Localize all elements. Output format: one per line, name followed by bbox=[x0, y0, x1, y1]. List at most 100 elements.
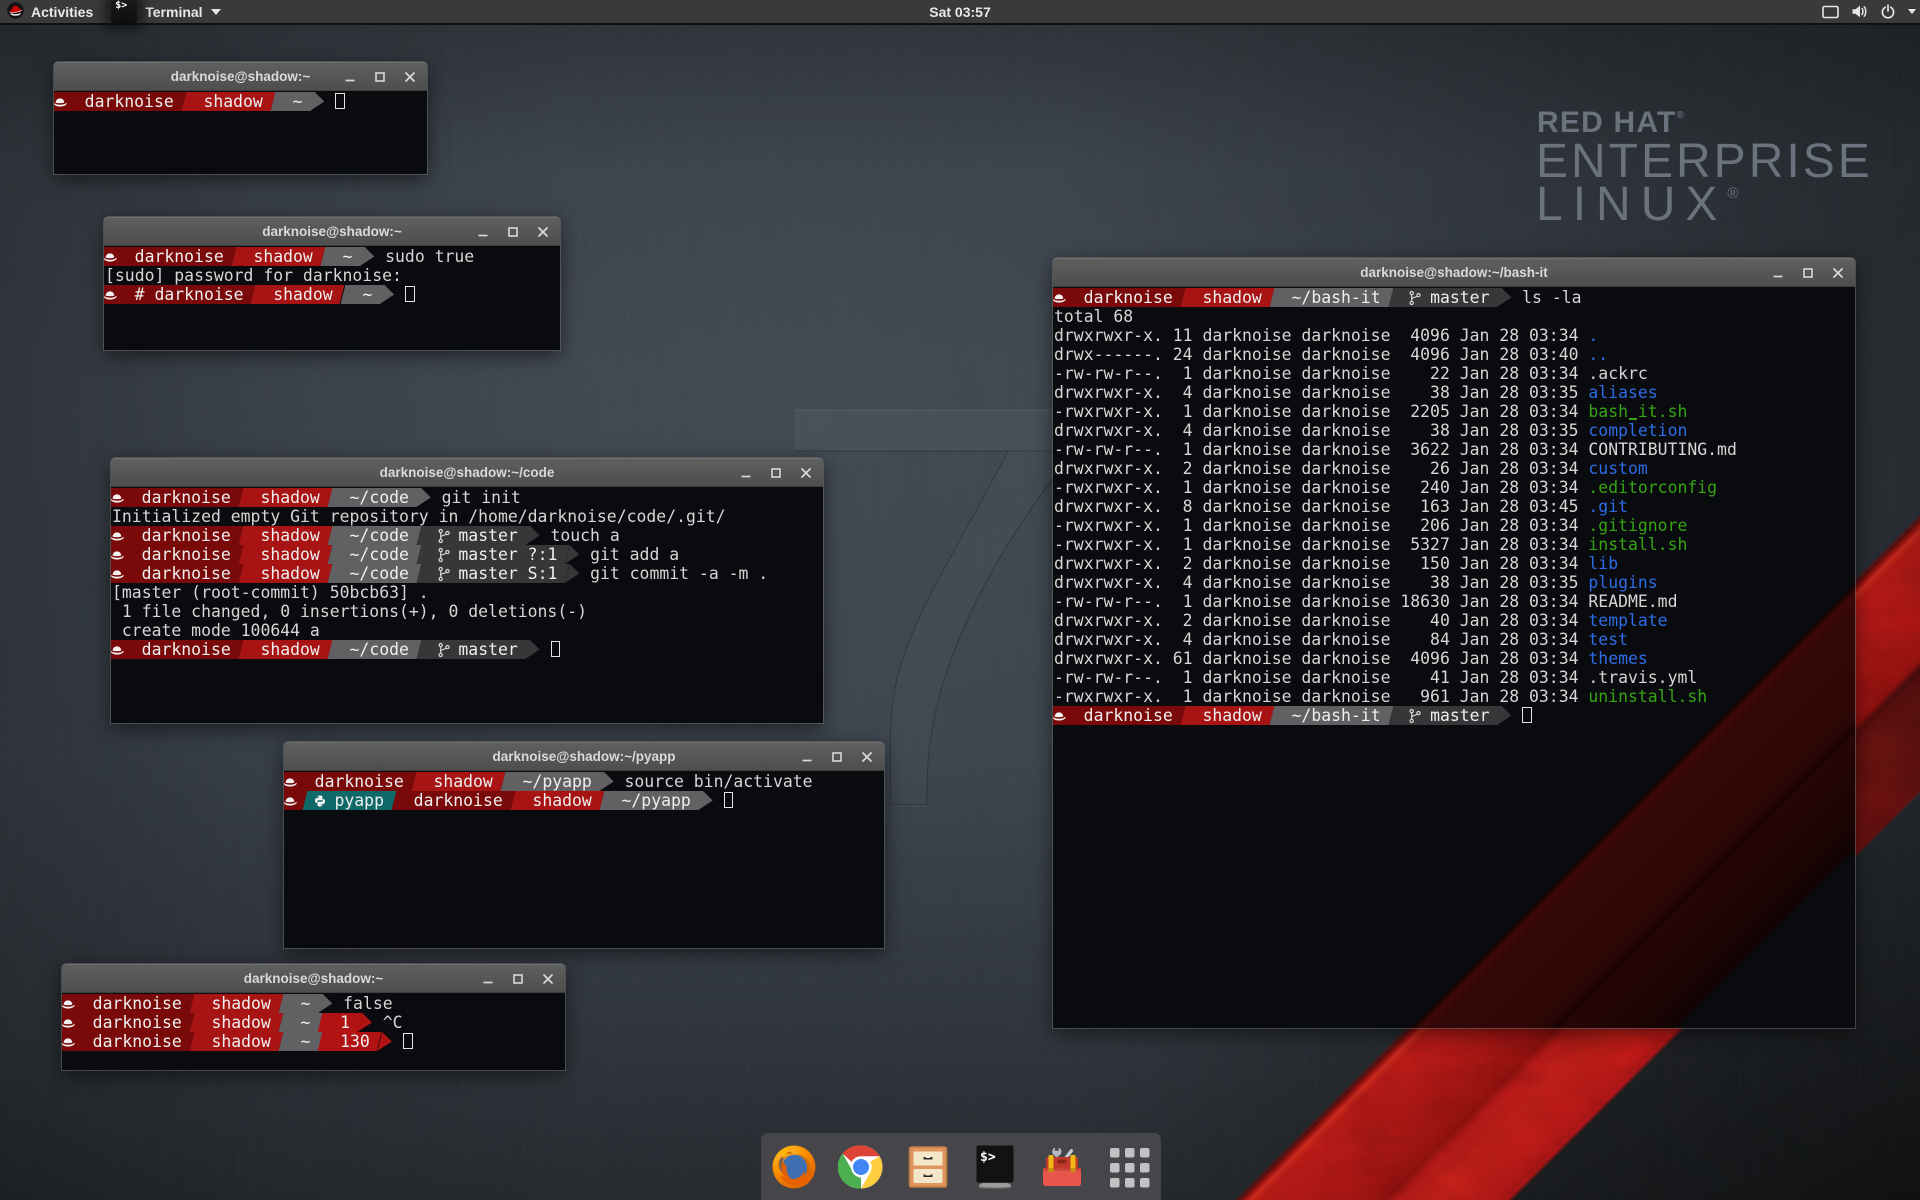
dock-icon-chrome[interactable] bbox=[838, 1144, 884, 1190]
terminal-text-line: -rwxrwxr-x. 1 darknoise darknoise 5327 J… bbox=[1054, 535, 1855, 554]
terminal-cursor bbox=[724, 792, 734, 808]
terminal-text-line: drwxrwxr-x. 11 darknoise darknoise 4096 … bbox=[1054, 326, 1855, 345]
maximize-button[interactable] bbox=[828, 748, 846, 766]
close-button[interactable] bbox=[797, 464, 815, 482]
prompt-segment-user: darknoise bbox=[63, 1013, 192, 1032]
titlebar[interactable]: darknoise@shadow:~/bash-it bbox=[1053, 258, 1855, 287]
titlebar[interactable]: darknoise@shadow:~ bbox=[104, 217, 560, 246]
terminal-cursor bbox=[403, 1033, 413, 1049]
terminal-prompt-line: darknoise shadow ~ 130 bbox=[63, 1032, 565, 1051]
dock-icon-firefox[interactable] bbox=[771, 1144, 817, 1190]
minimize-button[interactable] bbox=[737, 464, 755, 482]
terminal-window-darknoise@shadow:~: darknoise@shadow:~ darknoise shadow ~ su… bbox=[104, 217, 560, 350]
redhat-icon bbox=[1054, 288, 1064, 307]
terminal-text: CONTRIBUTING.md bbox=[1588, 440, 1736, 459]
minimize-button[interactable] bbox=[341, 68, 359, 86]
terminal-window-darknoise@shadow:~/pyapp: darknoise@shadow:~/pyapp darknoise shado… bbox=[284, 742, 884, 948]
clock[interactable]: Sat 03:57 bbox=[0, 0, 1920, 23]
prompt-segment-code: 1 bbox=[320, 1013, 360, 1032]
prompt-segment-host: shadow bbox=[414, 772, 503, 791]
minimize-button[interactable] bbox=[1769, 264, 1787, 282]
terminal-text: .gitignore bbox=[1588, 516, 1687, 535]
terminal-cursor bbox=[1522, 707, 1532, 723]
terminal-content[interactable]: darknoise shadow ~/code git initInitiali… bbox=[111, 487, 823, 723]
terminal-prompt-line: darknoise shadow ~/code master ?:1 git a… bbox=[112, 545, 823, 564]
terminal-text: Initialized empty Git repository in /hom… bbox=[112, 507, 726, 526]
command-text: git init bbox=[442, 488, 521, 507]
redhat-icon bbox=[112, 488, 122, 507]
dock-icon-toolbox[interactable] bbox=[1039, 1144, 1085, 1190]
redhat-icon bbox=[112, 564, 122, 583]
terminal-content[interactable]: darknoise shadow ~/pyapp source bin/acti… bbox=[284, 771, 884, 948]
close-button[interactable] bbox=[1829, 264, 1847, 282]
terminal-text: drwxrwxr-x. 4 darknoise darknoise 38 Jan… bbox=[1054, 421, 1588, 440]
prompt-segment-host: shadow bbox=[513, 791, 602, 810]
terminal-text-line: [sudo] password for darknoise: bbox=[105, 266, 560, 285]
redhat-icon bbox=[112, 640, 122, 659]
terminal-text-line: -rwxrwxr-x. 1 darknoise darknoise 2205 J… bbox=[1054, 402, 1855, 421]
dock-icon-app-grid[interactable] bbox=[1106, 1144, 1152, 1190]
maximize-button[interactable] bbox=[371, 68, 389, 86]
prompt-segment-user: darknoise bbox=[285, 772, 414, 791]
redhat-icon bbox=[55, 92, 65, 111]
prompt-segment-host: shadow bbox=[1183, 706, 1272, 725]
maximize-button[interactable] bbox=[767, 464, 785, 482]
prompt-segment-user: darknoise bbox=[55, 92, 184, 111]
window-title: darknoise@shadow:~/bash-it bbox=[1360, 265, 1548, 280]
terminal-text: template bbox=[1588, 611, 1667, 630]
terminal-text-line: -rw-rw-r--. 1 darknoise darknoise 3622 J… bbox=[1054, 440, 1855, 459]
titlebar[interactable]: darknoise@shadow:~/code bbox=[111, 458, 823, 487]
power-icon[interactable] bbox=[1880, 4, 1896, 20]
terminal-content[interactable]: darknoise shadow ~ false darknoise shado… bbox=[62, 993, 565, 1070]
branch-icon bbox=[439, 545, 449, 564]
terminal-text-line: -rw-rw-r--. 1 darknoise darknoise 41 Jan… bbox=[1054, 668, 1855, 687]
prompt-segment-repo: master bbox=[419, 526, 528, 545]
close-button[interactable] bbox=[858, 748, 876, 766]
maximize-button[interactable] bbox=[1799, 264, 1817, 282]
dock-icon-terminal[interactable]: $> bbox=[972, 1144, 1018, 1190]
terminal-text: install.sh bbox=[1588, 535, 1687, 554]
terminal-prompt-line: darknoise shadow ~/bash-it master ls -la bbox=[1054, 288, 1855, 307]
terminal-text: plugins bbox=[1588, 573, 1657, 592]
system-menu-chevron-icon[interactable] bbox=[1908, 9, 1916, 14]
close-button[interactable] bbox=[539, 970, 557, 988]
titlebar[interactable]: darknoise@shadow:~ bbox=[54, 62, 427, 91]
prompt-segment-venv: pyapp bbox=[305, 791, 394, 810]
prompt-segment-path: ~/code bbox=[330, 526, 419, 545]
terminal-text: -rwxrwxr-x. 1 darknoise darknoise 961 Ja… bbox=[1054, 687, 1588, 706]
close-button[interactable] bbox=[401, 68, 419, 86]
command-text: ^C bbox=[383, 1013, 403, 1032]
maximize-button[interactable] bbox=[504, 223, 522, 241]
terminal-prompt-line: darknoise shadow ~ bbox=[55, 92, 427, 111]
terminal-text: test bbox=[1588, 630, 1628, 649]
terminal-text-line: -rw-rw-r--. 1 darknoise darknoise 22 Jan… bbox=[1054, 364, 1855, 383]
screen-icon[interactable] bbox=[1822, 5, 1839, 19]
terminal-text: uninstall.sh bbox=[1588, 687, 1707, 706]
prompt-segment-host: shadow bbox=[253, 285, 342, 304]
prompt-segment-host: shadow bbox=[241, 640, 330, 659]
minimize-button[interactable] bbox=[479, 970, 497, 988]
close-button[interactable] bbox=[534, 223, 552, 241]
minimize-button[interactable] bbox=[798, 748, 816, 766]
dock-icon-files[interactable] bbox=[905, 1144, 951, 1190]
terminal-text: -rwxrwxr-x. 1 darknoise darknoise 240 Ja… bbox=[1054, 478, 1588, 497]
redhat-icon bbox=[1054, 706, 1064, 725]
redhat-icon bbox=[63, 1032, 73, 1051]
titlebar[interactable]: darknoise@shadow:~/pyapp bbox=[284, 742, 884, 771]
titlebar[interactable]: darknoise@shadow:~ bbox=[62, 964, 565, 993]
volume-icon[interactable] bbox=[1851, 4, 1868, 19]
terminal-text-line: drwxrwxr-x. 8 darknoise darknoise 163 Ja… bbox=[1054, 497, 1855, 516]
terminal-text: drwxrwxr-x. 61 darknoise darknoise 4096 … bbox=[1054, 649, 1588, 668]
redhat-icon bbox=[285, 791, 295, 810]
terminal-prompt-line: darknoise shadow ~/code master touch a bbox=[112, 526, 823, 545]
terminal-content[interactable]: darknoise shadow ~/bash-it master ls -la… bbox=[1053, 287, 1855, 1028]
terminal-text-line: drwxrwxr-x. 4 darknoise darknoise 38 Jan… bbox=[1054, 421, 1855, 440]
wallpaper-brand-wordmark: RED HAT® ENTERPRISE LINUX® bbox=[1536, 106, 1916, 266]
redhat-icon bbox=[112, 545, 122, 564]
terminal-text: drwxrwxr-x. 4 darknoise darknoise 38 Jan… bbox=[1054, 573, 1588, 592]
terminal-content[interactable]: darknoise shadow ~ bbox=[54, 91, 427, 174]
terminal-cursor bbox=[551, 641, 561, 657]
maximize-button[interactable] bbox=[509, 970, 527, 988]
minimize-button[interactable] bbox=[474, 223, 492, 241]
terminal-content[interactable]: darknoise shadow ~ sudo true[sudo] passw… bbox=[104, 246, 560, 350]
